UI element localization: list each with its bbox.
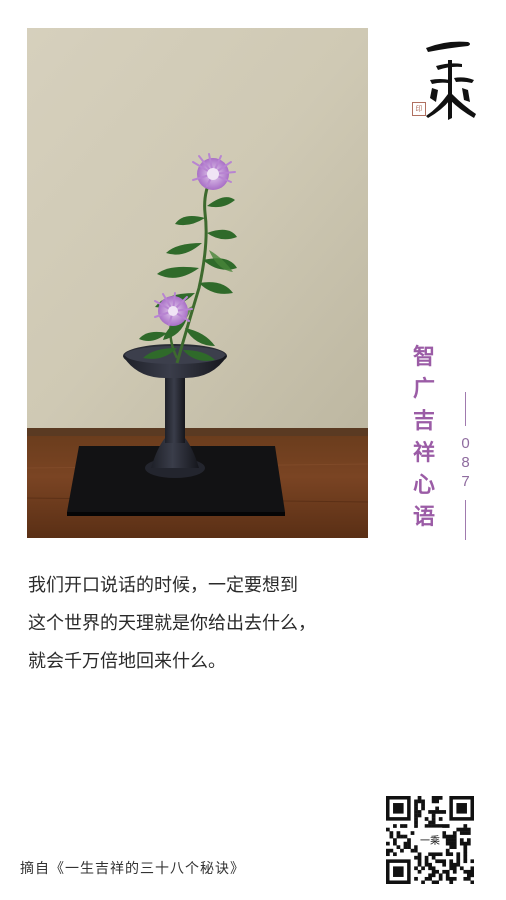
quote-line: 这个世界的天理就是你给出去什么， (28, 613, 316, 634)
quote-line: 我们开口说话的时候，一定要想到 (28, 575, 298, 596)
title-char: 广 (412, 377, 435, 402)
ikebana-photo (27, 28, 368, 538)
qr-center-logo: 一乘 (420, 835, 440, 847)
quote-line: 就会千万倍地回来什么。 (28, 651, 226, 672)
source-citation: 摘自《一生吉祥的三十八个秘诀》 (20, 861, 245, 877)
issue-digits: 0 8 7 (456, 434, 476, 491)
divider-line (465, 392, 466, 426)
brand-logo: 印 (410, 28, 490, 124)
title-char: 吉 (412, 409, 435, 434)
title-char: 心 (412, 473, 435, 498)
title-char: 智 (412, 345, 435, 370)
issue-digit: 0 (461, 435, 471, 452)
issue-number: 0 8 7 (456, 392, 476, 540)
qr-code[interactable]: 一乘 (386, 796, 475, 885)
quote-text: 我们开口说话的时候，一定要想到 这个世界的天理就是你给出去什么， 就会千万倍地回… (28, 567, 408, 681)
issue-digit: 8 (461, 454, 471, 471)
vertical-title: 智 广 吉 祥 心 语 (410, 342, 438, 534)
title-char: 语 (412, 505, 435, 530)
seal-stamp: 印 (412, 102, 426, 116)
issue-digit: 7 (461, 473, 471, 490)
poster: 印 智 广 吉 祥 心 语 0 8 7 我们开口说话的时候，一定要想到 这个世界… (0, 0, 506, 900)
divider-line (465, 500, 466, 540)
title-char: 祥 (412, 441, 435, 466)
qr-code-icon: 一乘 (386, 796, 475, 885)
